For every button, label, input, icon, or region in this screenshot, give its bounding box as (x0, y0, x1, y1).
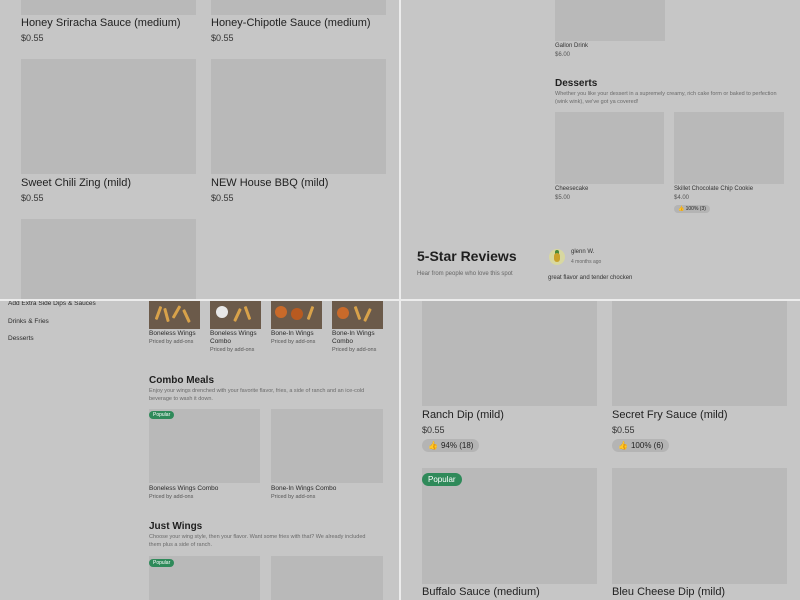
rating-text: 100% (3) (685, 206, 706, 212)
item-image-wings[interactable] (271, 300, 322, 329)
review-text: great flavor and tender chocken (548, 275, 633, 281)
item-price: $6.00 (555, 52, 571, 58)
item-image[interactable] (612, 468, 787, 584)
popular-badge: Popular (422, 473, 462, 486)
item-image-fries[interactable] (149, 300, 200, 329)
thumbs-up-icon: 👍 (428, 441, 438, 450)
item-name[interactable]: NEW House BBQ (mild) (211, 177, 328, 189)
item-price: $4.00 (674, 195, 690, 201)
reviews-title: 5-Star Reviews (417, 248, 517, 264)
item-name[interactable]: Honey-Chipotle Sauce (medium) (211, 17, 371, 29)
item-image-combo[interactable] (210, 300, 261, 329)
item-image-wings-combo[interactable] (332, 300, 383, 329)
item-name[interactable]: Bleu Cheese Dip (mild) (612, 586, 725, 598)
sauces-panel-top-left: Honey Sriracha Sauce (medium) $0.55 Hone… (0, 0, 400, 300)
item-name[interactable]: Cheesecake (555, 186, 588, 192)
item-image[interactable] (674, 112, 784, 184)
item-price: $0.55 (211, 193, 234, 203)
menu-categories-panel: Add Extra Side Dips & Sauces Drinks & Fr… (0, 300, 400, 600)
item-image[interactable] (211, 59, 386, 174)
item-name[interactable]: Skillet Chocolate Chip Cookie (674, 186, 753, 192)
popular-badge: Popular (149, 411, 175, 419)
review-time: 4 months ago (571, 259, 602, 265)
item-name[interactable]: Bone-In Wings Combo (271, 485, 336, 493)
thumbs-up-icon: 👍 (678, 206, 685, 212)
item-subtitle: Priced by add-ons (149, 339, 194, 345)
item-subtitle: Priced by add-ons (332, 347, 377, 353)
item-name[interactable]: Bone-In Wings Combo (332, 330, 387, 346)
item-image[interactable] (21, 59, 196, 174)
section-title: Combo Meals (149, 375, 215, 386)
item-image[interactable] (271, 409, 383, 483)
item-name[interactable]: Boneless Wings Combo (210, 330, 265, 346)
item-name[interactable]: Buffalo Sauce (medium) (422, 586, 540, 598)
item-price: $0.55 (21, 33, 44, 43)
rating-badge: 👍 100% (3) (674, 205, 710, 213)
sidebar-item-desserts[interactable]: Desserts (8, 335, 34, 342)
item-name[interactable]: Honey Sriracha Sauce (medium) (21, 17, 181, 29)
sidebar-item-drinks-fries[interactable]: Drinks & Fries (8, 318, 49, 325)
item-image[interactable] (555, 0, 665, 41)
rating-text: 100% (6) (630, 441, 664, 450)
item-subtitle: Priced by add-ons (271, 339, 316, 345)
item-image[interactable] (555, 112, 664, 184)
item-price: $0.55 (612, 425, 635, 435)
desserts-reviews-panel: Gallon Drink $6.00 Desserts Whether you … (400, 0, 800, 300)
section-title: Just Wings (149, 521, 203, 532)
reviewer-name: glenn W. (571, 249, 595, 255)
reviewer-avatar (549, 249, 565, 265)
item-name[interactable]: Boneless Wings Combo (149, 485, 218, 493)
item-name[interactable]: Gallon Drink (555, 43, 588, 49)
item-subtitle: Priced by add-ons (149, 494, 194, 500)
rating-badge: 👍 94% (18) (422, 439, 480, 452)
item-price: $0.55 (21, 193, 44, 203)
item-name[interactable]: Boneless Wings (149, 330, 204, 338)
section-description: Choose your wing style, then your flavor… (149, 534, 366, 548)
item-price: $5.00 (555, 195, 571, 201)
section-description: Enjoy your wings drenched with your favo… (149, 388, 365, 402)
item-image[interactable] (211, 0, 386, 15)
item-subtitle: Priced by add-ons (210, 347, 255, 353)
item-image[interactable] (149, 409, 260, 483)
horizontal-divider (0, 299, 800, 301)
thumbs-up-icon: 👍 (618, 441, 628, 450)
item-image[interactable] (271, 556, 383, 600)
item-image[interactable] (21, 0, 196, 15)
rating-badge: 👍 100% (6) (612, 439, 670, 452)
rating-text: 94% (18) (440, 441, 474, 450)
section-title: Desserts (555, 78, 598, 89)
item-price: $0.55 (211, 33, 234, 43)
item-name[interactable]: Bone-In Wings (271, 330, 326, 338)
sidebar-item-extra-dips[interactable]: Add Extra Side Dips & Sauces (8, 300, 96, 307)
item-image[interactable] (612, 300, 787, 406)
popular-badge: Popular (149, 559, 175, 567)
item-image[interactable] (21, 219, 196, 300)
item-name[interactable]: Secret Fry Sauce (mild) (612, 409, 728, 421)
reviews-subtitle: Hear from people who love this spot (417, 271, 513, 277)
item-subtitle: Priced by add-ons (271, 494, 316, 500)
sauces-panel-bottom-right: Ranch Dip (mild) $0.55 👍 94% (18) Secret … (400, 300, 800, 600)
item-name[interactable]: Ranch Dip (mild) (422, 409, 504, 421)
item-price: $0.55 (422, 425, 445, 435)
item-name[interactable]: Sweet Chili Zing (mild) (21, 177, 131, 189)
item-image[interactable] (422, 300, 597, 406)
section-description: Whether you like your dessert in a supre… (555, 91, 777, 105)
